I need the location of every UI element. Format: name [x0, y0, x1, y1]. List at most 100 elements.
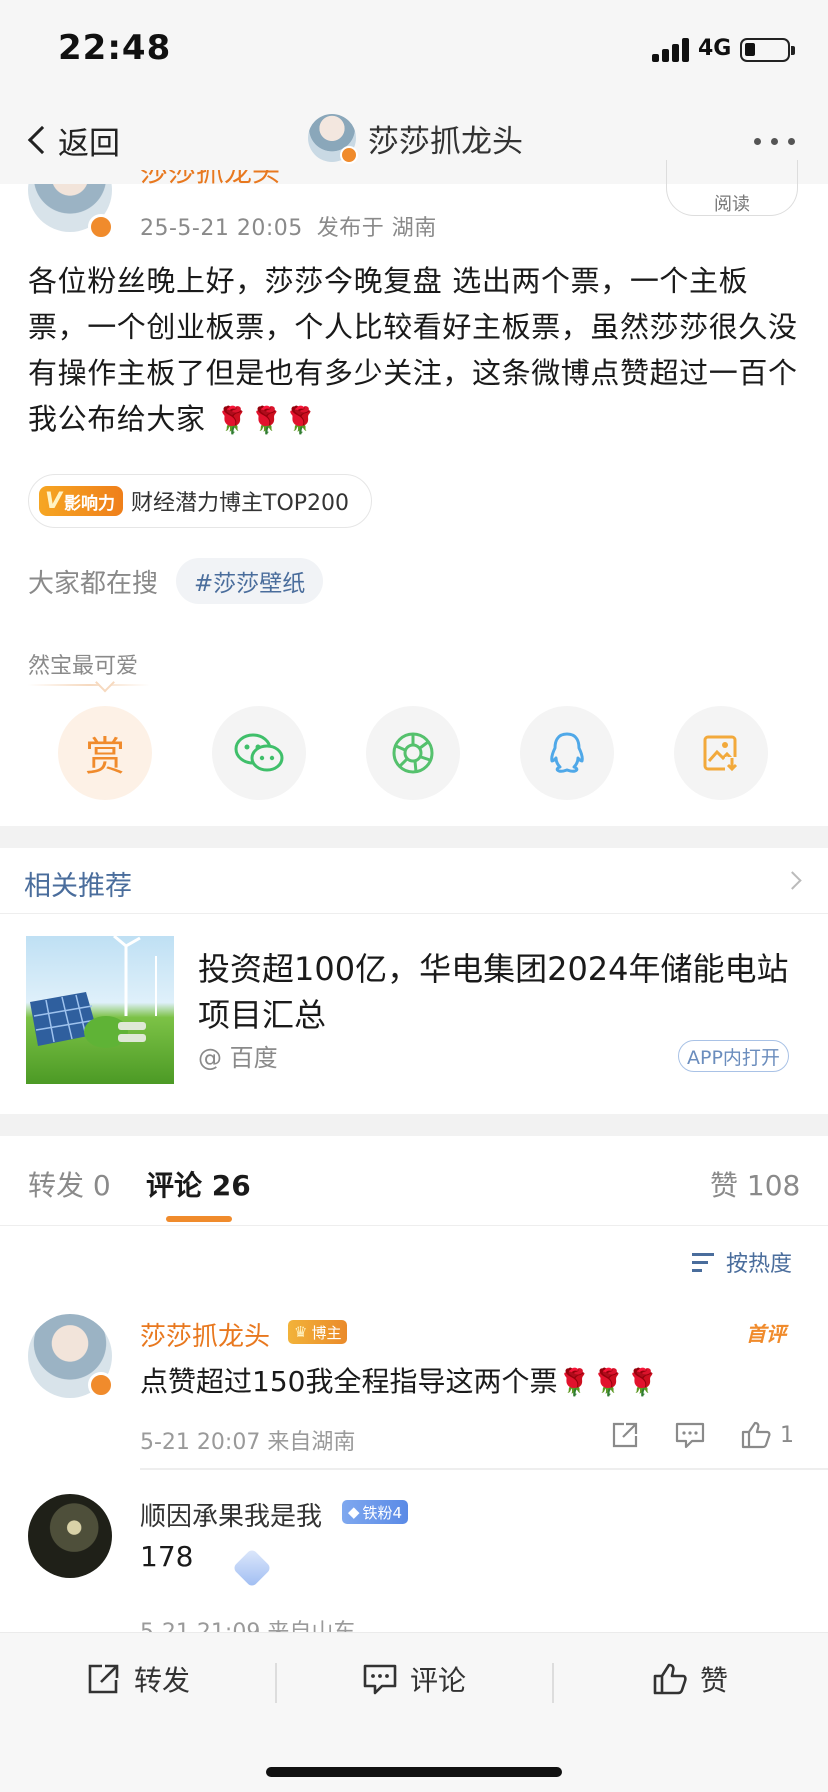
- tab-likes[interactable]: 赞 108: [710, 1164, 800, 1204]
- first-comment-tag: 首评: [746, 1322, 786, 1346]
- trending-search-tag[interactable]: #莎莎壁纸: [176, 558, 324, 604]
- trending-search-row: 大家都在搜 #莎莎壁纸: [28, 558, 324, 604]
- share-moments-button[interactable]: [366, 706, 460, 800]
- rose-emoji: 🌹: [215, 406, 249, 436]
- comment-author-name[interactable]: 莎莎抓龙头: [140, 1316, 270, 1353]
- verified-icon: [88, 1372, 114, 1398]
- section-divider: [0, 1114, 828, 1136]
- rose-emoji: 🌹: [626, 1368, 659, 1398]
- related-card[interactable]: 投资超100亿，华电集团2024年储能电站项目汇总 @ 百度 APP内打开: [0, 916, 828, 1112]
- like-button[interactable]: 赞: [652, 1659, 728, 1699]
- back-label: 返回: [58, 125, 120, 162]
- section-divider: [0, 826, 828, 848]
- save-image-button[interactable]: [674, 706, 768, 800]
- read-count-box: 阅读: [666, 160, 798, 216]
- share-icon: [88, 1664, 119, 1694]
- post-meta: 25-5-21 20:05 发布于 湖南: [140, 210, 437, 242]
- fan-badge: ◆ 铁粉4: [342, 1500, 409, 1524]
- wechat-icon: [234, 733, 284, 772]
- avatar[interactable]: [28, 1494, 112, 1578]
- rose-emoji: 🌹: [592, 1368, 625, 1398]
- comment-actions: 1: [610, 1420, 794, 1450]
- comment-like-count: 1: [780, 1422, 794, 1448]
- diamond-icon: ◆: [348, 1503, 360, 1521]
- rose-emoji: 🌹: [249, 406, 283, 436]
- share-wechat-button[interactable]: [212, 706, 306, 800]
- influence-badge[interactable]: V 影响力 财经潜力博主TOP200: [28, 474, 373, 528]
- back-button[interactable]: 返回: [22, 118, 120, 162]
- nav-author[interactable]: 莎莎抓龙头: [308, 114, 523, 164]
- comment-text: 178: [140, 1540, 194, 1573]
- read-label: 阅读: [714, 194, 750, 215]
- author-badge: ♛ 博主: [288, 1320, 348, 1344]
- sort-button[interactable]: 按热度: [692, 1246, 792, 1278]
- rose-emoji: 🌹: [283, 406, 317, 436]
- comment-icon[interactable]: [674, 1420, 706, 1450]
- verified-icon: [340, 146, 358, 164]
- verified-icon: [88, 214, 114, 240]
- comment-text: 点赞超过150我全程指导这两个票🌹🌹🌹: [140, 1365, 659, 1398]
- comment-count: 26: [211, 1169, 251, 1202]
- open-in-app-button[interactable]: APP内打开: [678, 1040, 789, 1072]
- tab-repost[interactable]: 转发 0: [28, 1164, 111, 1204]
- tip-divider: [28, 684, 150, 686]
- related-title: 相关推荐: [24, 871, 132, 902]
- reward-button[interactable]: 赏: [58, 706, 152, 800]
- bottom-action-bar: 转发 评论 赞: [0, 1632, 828, 1792]
- crown-icon: ♛: [294, 1323, 308, 1341]
- post-timestamp: 25-5-21 20:05: [140, 216, 303, 241]
- network-type: 4G: [698, 36, 732, 61]
- like-count: 108: [746, 1169, 801, 1202]
- influence-text: 财经潜力博主TOP200: [131, 491, 350, 516]
- reward-icon: 赏: [85, 734, 125, 780]
- influence-tag: V 影响力: [39, 486, 124, 516]
- signal-icon: [652, 38, 692, 62]
- post-tabs: 转发 0 评论 26 赞 108: [0, 1138, 828, 1226]
- thumbs-up-icon: [653, 1663, 687, 1695]
- bar-separator: [275, 1663, 277, 1703]
- sort-icon: [692, 1251, 718, 1273]
- tab-comments[interactable]: 评论 26: [146, 1164, 251, 1204]
- post-author-name[interactable]: 莎莎抓龙头: [140, 170, 380, 184]
- related-thumbnail: [26, 936, 174, 1084]
- comment-item: 莎莎抓龙头 ♛ 博主 首评 点赞超过150我全程指导这两个票🌹🌹🌹 5-21 20…: [0, 1310, 828, 1470]
- battery-icon: [740, 38, 795, 62]
- qq-icon: [550, 732, 584, 773]
- related-header[interactable]: 相关推荐: [0, 848, 828, 914]
- nav-title: 莎莎抓龙头: [368, 123, 523, 160]
- home-indicator[interactable]: [266, 1767, 562, 1777]
- share-qq-button[interactable]: [520, 706, 614, 800]
- save-image-icon: [703, 735, 739, 772]
- status-time: 22:48: [58, 28, 172, 68]
- repost-count: 0: [92, 1169, 111, 1202]
- chevron-left-icon: [27, 125, 57, 155]
- sort-label: 按热度: [726, 1252, 793, 1277]
- comment-icon: [363, 1664, 397, 1695]
- comment-meta: 5-21 20:07 来自湖南: [140, 1430, 356, 1455]
- moments-icon: [392, 732, 434, 774]
- share-icon[interactable]: [610, 1420, 640, 1450]
- avatar: [308, 114, 358, 164]
- trending-search-label: 大家都在搜: [28, 568, 159, 599]
- comment-author-name[interactable]: 顺因承果我是我: [140, 1496, 322, 1533]
- comment-like-button[interactable]: 1: [740, 1420, 794, 1450]
- post-text: 各位粉丝晚上好，莎莎今晚复盘 选出两个票，一个主板票，一个创业板票，个人比较看好…: [28, 258, 804, 444]
- rose-emoji: 🌹: [558, 1368, 591, 1398]
- comment-divider: [140, 1468, 828, 1470]
- bar-separator: [552, 1663, 554, 1703]
- post-body: 各位粉丝晚上好，莎莎今晚复盘 选出两个票，一个主板票，一个创业板票，个人比较看好…: [28, 264, 798, 436]
- post-location: 发布于 湖南: [316, 216, 437, 241]
- comment-item: 顺因承果我是我 ◆铁粉4 178 5-21 21:09 来自山东: [0, 1490, 828, 1645]
- repost-button[interactable]: 转发: [86, 1659, 190, 1699]
- reward-tip-text: 然宝最可爱: [28, 654, 139, 679]
- share-row: 赏: [58, 706, 804, 800]
- more-icon[interactable]: [754, 138, 795, 145]
- diamond-sticker-icon: [232, 1548, 272, 1588]
- thumbs-up-icon: [741, 1421, 771, 1449]
- chevron-right-icon: [783, 871, 802, 890]
- related-headline: 投资超100亿，华电集团2024年储能电站项目汇总: [198, 950, 789, 1034]
- comment-button[interactable]: 评论: [362, 1659, 466, 1699]
- active-tab-indicator: [166, 1216, 232, 1222]
- related-source: @ 百度: [198, 1044, 278, 1072]
- status-bar: 22:48 4G: [0, 0, 828, 100]
